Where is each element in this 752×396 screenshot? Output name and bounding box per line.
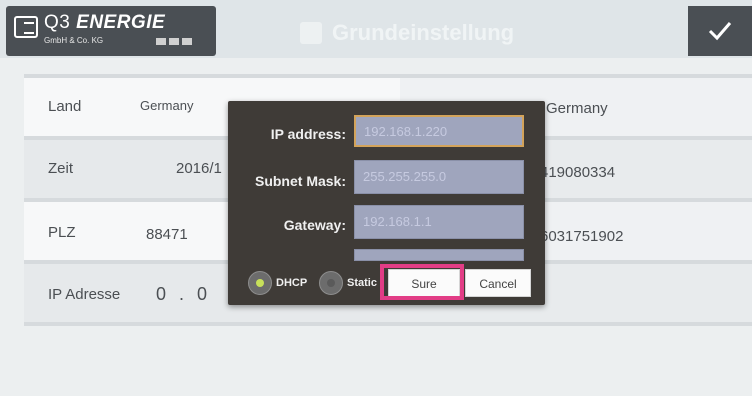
land-label: Land [48, 98, 82, 115]
subnet-mask-input[interactable]: 255.255.255.0 [354, 160, 524, 194]
land-value[interactable]: Germany [140, 98, 193, 113]
brand-prefix: Q3 [44, 12, 71, 33]
brand-name: Q3 ENERGIE [44, 12, 165, 34]
zeit-value[interactable]: 2016/1 [176, 160, 222, 177]
page-title-text: Grundeinstellung [332, 20, 515, 45]
dhcp-radio[interactable] [248, 271, 272, 295]
ip-value[interactable]: 0 . 0 [156, 284, 211, 305]
plz-label: PLZ [48, 224, 76, 241]
ip-address-input[interactable]: 192.168.1.220 [354, 115, 524, 147]
gateway-label: Gateway: [283, 217, 346, 233]
zeit-right-value: 419080334 [540, 164, 616, 181]
brand-logo-block: Q3 ENERGIE GmbH & Co. KG [6, 6, 216, 56]
dns-input-partial[interactable] [354, 249, 524, 261]
plz-right-value: 6031751902 [540, 228, 624, 245]
static-label: Static [347, 277, 377, 289]
subnet-mask-label: Subnet Mask: [254, 173, 346, 189]
confirm-button[interactable] [688, 6, 752, 56]
cancel-button[interactable]: Cancel [465, 269, 531, 297]
header-bar: Q3 ENERGIE GmbH & Co. KG Grundeinstellun… [0, 0, 752, 58]
plz-value[interactable]: 88471 [146, 226, 188, 243]
dhcp-label: DHCP [276, 277, 308, 289]
land-right-value: Germany [546, 100, 608, 117]
brand-subtitle: GmbH & Co. KG [44, 36, 104, 45]
ip-address-label: IP address: [270, 126, 346, 142]
highlight-frame [380, 264, 464, 300]
zeit-label: Zeit [48, 160, 74, 177]
gateway-input[interactable]: 192.168.1.1 [354, 205, 524, 239]
check-icon [708, 22, 732, 41]
radio-selected-dot [256, 279, 264, 287]
ip-label: IP Adresse [48, 286, 121, 303]
settings-icon [300, 22, 322, 44]
static-radio[interactable] [319, 271, 343, 295]
page-title: Grundeinstellung [300, 20, 514, 46]
brand-name-strong: ENERGIE [76, 12, 166, 33]
brand-squares-icon [156, 38, 192, 45]
q3-logo-icon [14, 16, 38, 38]
radio-unselected-dot [327, 279, 335, 287]
